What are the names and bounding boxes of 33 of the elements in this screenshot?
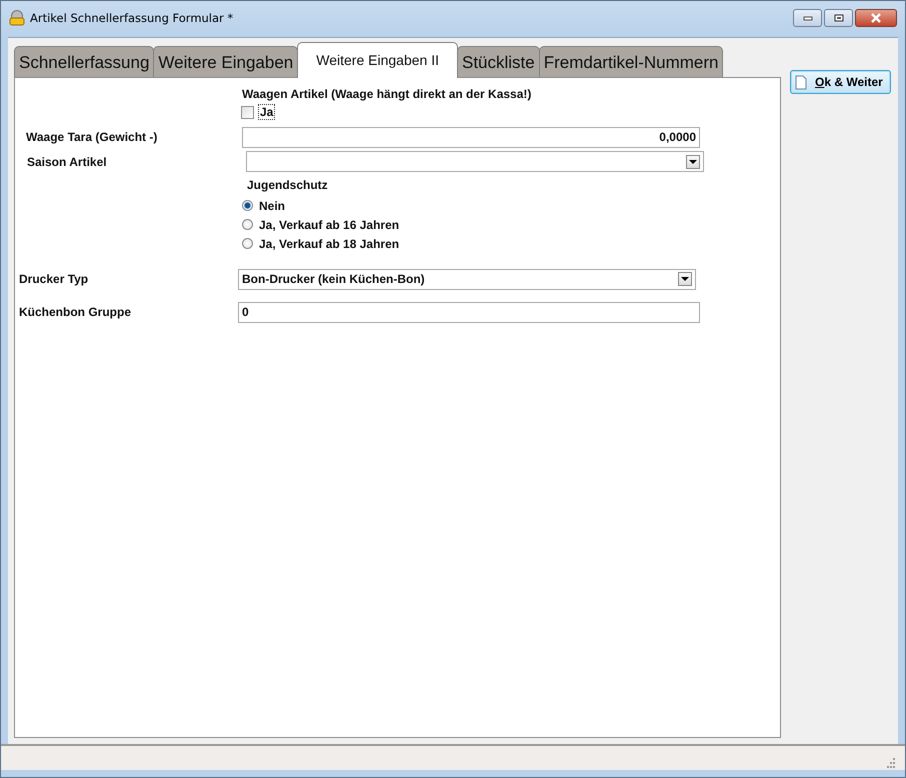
field-label: Saison Artikel bbox=[26, 154, 108, 168]
close-button[interactable] bbox=[855, 9, 897, 27]
resize-grip-icon[interactable] bbox=[885, 758, 895, 768]
radio-label[interactable]: Nein bbox=[259, 198, 286, 212]
field-label: Drucker Typ bbox=[19, 272, 90, 286]
radio-button[interactable] bbox=[242, 238, 253, 249]
maximize-button[interactable] bbox=[824, 9, 853, 27]
section-label: Jugendschutz bbox=[246, 178, 328, 192]
field-label: Waage Tara (Gewicht -) bbox=[25, 130, 158, 144]
window-title: Artikel Schnellerfassung Formular * bbox=[30, 10, 234, 26]
app-icon bbox=[9, 10, 25, 26]
radio-label[interactable]: Ja, Verkauf ab 16 Jahren bbox=[259, 218, 400, 232]
tab[interactable]: Schnellerfassung bbox=[14, 46, 154, 77]
radio-label[interactable]: Ja, Verkauf ab 18 Jahren bbox=[259, 236, 400, 250]
tab[interactable]: Stückliste bbox=[456, 46, 540, 77]
radio-button[interactable] bbox=[242, 200, 253, 211]
maximize-icon bbox=[834, 14, 844, 22]
dropdown[interactable]: Bon-Drucker (kein Küchen-Bon) bbox=[238, 268, 696, 290]
checkbox-label[interactable]: Ja bbox=[259, 105, 274, 119]
field-label: Küchenbon Gruppe bbox=[19, 305, 132, 319]
tab[interactable]: Fremdartikel-Nummern bbox=[538, 46, 724, 77]
input-field[interactable]: 0,0000 bbox=[242, 126, 700, 148]
minimize-icon bbox=[802, 15, 812, 21]
section-label: Waagen Artikel (Waage hängt direkt an der Kassa!) bbox=[241, 87, 532, 101]
document-icon bbox=[795, 74, 807, 90]
tab[interactable]: Weitere Eingaben II bbox=[297, 42, 458, 78]
tab[interactable]: Weitere Eingaben bbox=[153, 46, 298, 77]
input-field[interactable]: 0 bbox=[238, 302, 700, 322]
radio-button[interactable] bbox=[242, 219, 253, 230]
checkbox[interactable] bbox=[241, 106, 254, 118]
minimize-button[interactable] bbox=[793, 9, 822, 27]
ok-button[interactable]: Ok & Weiter bbox=[790, 70, 891, 94]
close-icon bbox=[870, 13, 882, 23]
